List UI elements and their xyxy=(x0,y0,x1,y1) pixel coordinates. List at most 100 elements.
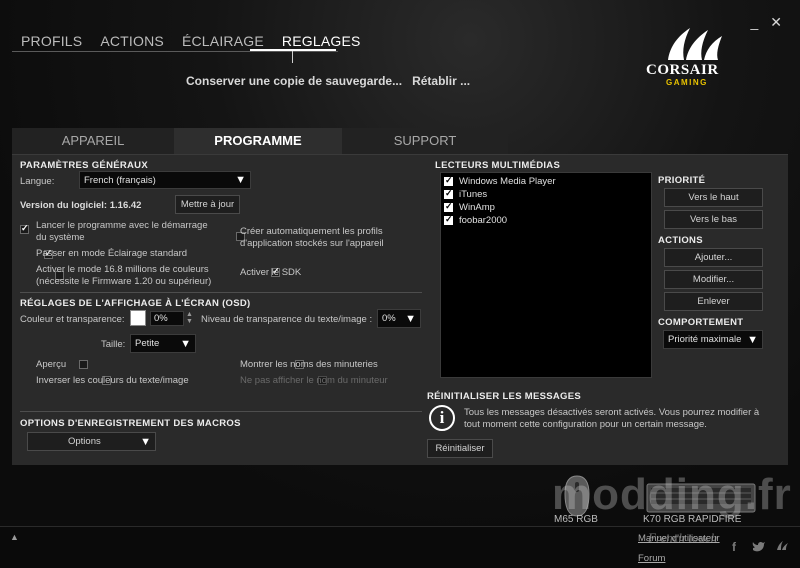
device-k70-label[interactable]: K70 RGB RAPIDFIRE xyxy=(643,514,741,525)
info-icon: i xyxy=(429,405,455,431)
color-swatch[interactable] xyxy=(130,310,146,326)
remove-button[interactable]: Enlever xyxy=(664,292,763,311)
text-transparency-value: 0% xyxy=(382,313,396,324)
backup-bar: Conserver une copie de sauvegarde... Rét… xyxy=(186,74,470,88)
corsair-icon[interactable] xyxy=(774,538,790,554)
watermark: modding.fr xyxy=(552,470,792,519)
media-players-title: LECTEURS MULTIMÉDIAS xyxy=(435,160,561,171)
language-value: French (français) xyxy=(84,174,156,186)
logo-wordmark: CORSAIR xyxy=(646,62,719,78)
chevron-down-icon: ▼ xyxy=(405,312,416,325)
actions-title: ACTIONS xyxy=(658,235,703,246)
keep-backup-link[interactable]: Conserver une copie de sauvegarde... xyxy=(186,74,402,88)
macro-options-label: Options xyxy=(68,436,101,447)
priority-title: PRIORITÉ xyxy=(658,175,706,186)
language-select[interactable]: French (français) ▼ xyxy=(79,171,251,189)
tab-profils[interactable]: PROFILS xyxy=(12,30,91,51)
preview-label: Aperçu xyxy=(36,359,67,370)
reset-message-line2: tout moment cette configuration pour un … xyxy=(464,419,707,430)
tab-reglages[interactable]: REGLAGES xyxy=(273,30,370,51)
divider xyxy=(20,411,422,412)
user-manual-link[interactable]: Manuel d'utilisateur xyxy=(638,533,720,544)
list-item[interactable]: Windows Media Player xyxy=(441,175,651,188)
divider xyxy=(20,292,422,293)
tab-appareil[interactable]: APPAREIL xyxy=(12,128,174,154)
standard-lighting-label: Passer en mode Éclairage standard xyxy=(36,248,188,259)
restore-link[interactable]: Rétablir ... xyxy=(412,74,470,88)
close-button[interactable]: ✕ xyxy=(770,14,782,31)
auto-profiles-line2: d'application stockés sur l'appareil xyxy=(240,238,384,249)
move-down-button[interactable]: Vers le bas xyxy=(664,210,763,229)
show-timers-label: Montrer les noms des minuteries xyxy=(240,359,378,370)
forum-link[interactable]: Forum xyxy=(638,553,665,564)
color-transparency-value: 0% xyxy=(154,313,168,324)
text-transparency-label: Niveau de transparence du texte/image : xyxy=(201,314,373,325)
update-button[interactable]: Mettre à jour xyxy=(175,195,240,214)
reset-message: Tous les messages désactivés seront acti… xyxy=(464,407,759,431)
media-players-list: Windows Media Player iTunes WinAmp fooba… xyxy=(440,172,652,378)
size-label: Taille: xyxy=(101,339,126,350)
macro-options-button[interactable]: Options ▼ xyxy=(27,432,156,451)
active-tab-indicator xyxy=(292,51,293,63)
player-name: Windows Media Player xyxy=(459,176,556,187)
list-item[interactable]: iTunes xyxy=(441,188,651,201)
software-version: Version du logiciel: 1.16.42 xyxy=(20,200,142,211)
player-checkbox[interactable] xyxy=(444,214,453,225)
twitter-icon[interactable] xyxy=(752,541,766,553)
settings-subtabs: APPAREIL PROGRAMME SUPPORT xyxy=(12,128,508,154)
modify-button[interactable]: Modifier... xyxy=(664,270,763,289)
language-label: Langue: xyxy=(20,176,55,187)
player-name: foobar2000 xyxy=(459,215,508,226)
chevron-down-icon: ▼ xyxy=(235,174,246,186)
tab-actions[interactable]: ACTIONS xyxy=(91,30,173,51)
player-checkbox[interactable] xyxy=(444,175,453,186)
spinner-icon[interactable]: ▲ ▼ xyxy=(186,311,193,325)
hide-timer-label: Ne pas afficher le nom du minuteur xyxy=(240,375,388,386)
launch-at-startup-checkbox[interactable] xyxy=(20,223,29,234)
size-value: Petite xyxy=(135,338,160,349)
device-m65-label[interactable]: M65 RGB xyxy=(554,514,598,525)
macros-title: OPTIONS D'ENREGISTREMENT DES MACROS xyxy=(20,418,241,429)
reset-button[interactable]: Réinitialiser xyxy=(427,439,493,458)
move-up-button[interactable]: Vers le haut xyxy=(664,188,763,207)
behavior-title: COMPORTEMENT xyxy=(658,317,744,328)
general-settings-title: PARAMÈTRES GÉNÉRAUX xyxy=(20,160,148,171)
tab-eclairage[interactable]: ÉCLAIRAGE xyxy=(173,30,273,51)
16m-colors-line1: Activer le mode 16.8 millions de couleur… xyxy=(36,264,209,275)
preview-checkbox[interactable] xyxy=(78,360,88,369)
color-transparency-input[interactable]: 0% xyxy=(150,311,184,326)
16m-colors-label: Activer le mode 16.8 millions de couleur… xyxy=(36,264,211,288)
reset-message-line1: Tous les messages désactivés seront acti… xyxy=(464,407,760,418)
auto-profiles-label: Créer automatiquement les profils d'appl… xyxy=(240,226,384,250)
auto-profiles-line1: Créer automatiquement les profils xyxy=(240,226,383,237)
launch-at-startup-line1: Lancer le programme avec le démarrage xyxy=(36,220,208,231)
size-select[interactable]: Petite ▼ xyxy=(130,334,196,353)
sdk-label: Activer le SDK xyxy=(240,267,302,278)
add-button[interactable]: Ajouter... xyxy=(664,248,763,267)
player-checkbox[interactable] xyxy=(444,201,453,212)
logo-gaming: GAMING xyxy=(666,78,708,87)
list-item[interactable]: WinAmp xyxy=(441,201,651,214)
player-checkbox[interactable] xyxy=(444,188,453,199)
chevron-down-icon: ▼ xyxy=(747,333,758,346)
text-transparency-select[interactable]: 0% ▼ xyxy=(377,309,421,328)
chevron-down-icon: ▼ xyxy=(140,435,151,448)
facebook-icon[interactable]: f xyxy=(732,540,736,554)
tab-support[interactable]: SUPPORT xyxy=(342,128,508,154)
player-name: iTunes xyxy=(459,189,488,200)
reset-messages-title: RÉINITIALISER LES MESSAGES xyxy=(427,391,582,402)
minimize-button[interactable]: _ xyxy=(750,14,758,31)
behavior-select[interactable]: Priorité maximale ▼ xyxy=(663,330,763,349)
collapse-arrow-icon[interactable]: ▲ xyxy=(10,532,19,542)
list-item[interactable]: foobar2000 xyxy=(441,214,651,227)
launch-at-startup-line2: du système xyxy=(36,232,85,243)
launch-at-startup-label: Lancer le programme avec le démarrage du… xyxy=(36,220,208,244)
chevron-down-icon: ▼ xyxy=(180,337,191,350)
behavior-value: Priorité maximale xyxy=(668,334,742,345)
invert-colors-label: Inverser les couleurs du texte/image xyxy=(36,375,189,386)
player-name: WinAmp xyxy=(459,202,495,213)
tab-programme[interactable]: PROGRAMME xyxy=(174,128,342,154)
color-transparency-label: Couleur et transparence: xyxy=(20,314,125,325)
16m-colors-line2: (nécessite le Firmware 1.20 ou supérieur… xyxy=(36,276,212,287)
active-tab-underline xyxy=(250,49,336,51)
